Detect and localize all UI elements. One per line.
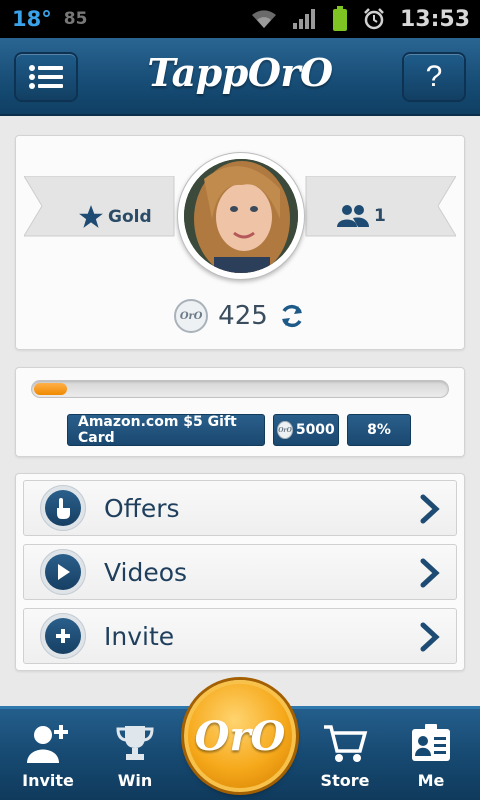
chevron-right-icon: [420, 622, 440, 652]
tab-store[interactable]: Store: [310, 723, 380, 790]
cart-icon: [324, 725, 368, 762]
app-header: TappOrO ?: [0, 38, 480, 116]
coin-icon: OrO: [174, 299, 209, 333]
profile-card: Gold 1 OrO 425: [15, 135, 465, 350]
help-button[interactable]: ?: [402, 52, 466, 102]
chevron-right-icon: [420, 558, 440, 588]
trophy-icon: [116, 726, 154, 760]
chevron-right-icon: [420, 494, 440, 524]
refresh-icon[interactable]: [278, 302, 306, 330]
coin-amount: 425: [218, 301, 268, 331]
coin-balance: OrO 425: [16, 299, 464, 333]
goal-progress-bar: [31, 380, 449, 398]
goal-progress-fill: [34, 383, 67, 395]
earn-menu: Offers Videos Invite: [15, 473, 465, 671]
tap-hand-icon: [57, 498, 70, 519]
avatar[interactable]: [177, 152, 305, 280]
tier-badge: Gold: [78, 204, 152, 230]
menu-item-videos[interactable]: Videos: [23, 544, 457, 600]
signal-icon: [292, 9, 315, 29]
star-icon: [79, 205, 103, 228]
clock-text: 13:53: [399, 6, 470, 32]
avatar-photo: [184, 159, 298, 273]
notification-count: 85: [63, 9, 88, 29]
oro-center-button[interactable]: OrO: [184, 680, 296, 792]
progress-percent: 8%: [347, 414, 411, 446]
tab-invite-label: Invite: [22, 771, 74, 790]
friends-count[interactable]: 1: [336, 204, 386, 228]
tab-me-label: Me: [417, 771, 445, 790]
plus-icon: [56, 629, 70, 643]
menu-item-label: Videos: [104, 557, 188, 587]
status-bar: 18° 85 13:53: [0, 0, 480, 38]
add-user-icon: [27, 725, 68, 763]
goal-progress-card[interactable]: Amazon.com $5 Gift Card OrO 5000 8%: [15, 367, 465, 457]
id-card-icon: [412, 724, 450, 761]
reward-name: Amazon.com $5 Gift Card: [67, 414, 265, 446]
play-icon: [58, 564, 70, 580]
friends-label: 1: [374, 206, 386, 226]
alarm-icon: [364, 8, 384, 30]
wifi-icon: [251, 10, 276, 28]
tab-win-label: Win: [117, 771, 153, 790]
tab-store-label: Store: [320, 771, 370, 790]
coin-icon: OrO: [277, 421, 293, 439]
tab-win[interactable]: Win: [100, 723, 170, 790]
battery-icon: [332, 6, 347, 31]
reward-cost-value: 5000: [295, 422, 335, 438]
portrait-image: [184, 159, 298, 273]
temperature-text: 18°: [12, 7, 52, 31]
friends-icon: [337, 205, 369, 227]
menu-item-label: Invite: [104, 621, 175, 651]
tier-label: Gold: [108, 207, 152, 227]
tab-invite[interactable]: Invite: [13, 723, 83, 790]
menu-item-offers[interactable]: Offers: [23, 480, 457, 536]
tab-me[interactable]: Me: [396, 723, 466, 790]
oro-button-label: OrO: [194, 712, 286, 760]
menu-item-invite[interactable]: Invite: [23, 608, 457, 664]
reward-cost: OrO 5000: [273, 414, 339, 446]
menu-item-label: Offers: [104, 493, 180, 523]
